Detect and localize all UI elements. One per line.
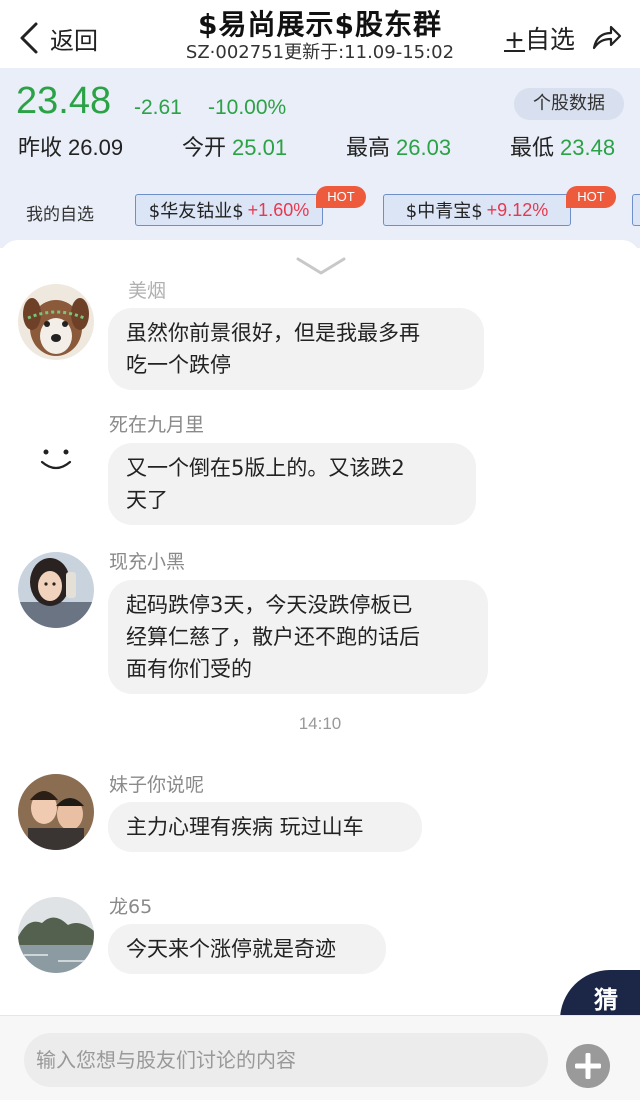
- high-stat: 最高 26.03: [346, 130, 451, 162]
- low-stat: 最低 23.48: [510, 130, 615, 162]
- username: 美烟: [128, 280, 167, 302]
- stock-data-button[interactable]: 个股数据: [514, 88, 624, 120]
- low-value: 23.48: [560, 135, 616, 160]
- prev-close-label: 昨收: [18, 136, 63, 161]
- chevron-down-icon[interactable]: [296, 256, 346, 276]
- top-nav-bar: 返回 $易尚展示$股东群 SZ·002751更新于:11.09-15:02 +自…: [0, 0, 640, 68]
- prev-close-value: 26.09: [68, 135, 124, 160]
- plus-icon: +: [504, 25, 525, 54]
- open-label: 今开: [182, 136, 227, 161]
- message-line: 天了: [126, 488, 168, 512]
- message-input-bar: 输入您想与股友们讨论的内容: [0, 1015, 640, 1100]
- price-change: -2.61: [134, 96, 182, 119]
- quote-panel: 23.48 -2.61 -10.00% 个股数据 昨收 26.09 今开 25.01…: [0, 68, 640, 248]
- smiley-avatar[interactable]: [18, 418, 94, 494]
- watchlist-chip-partial[interactable]: [632, 194, 640, 226]
- share-icon[interactable]: [590, 22, 622, 54]
- watchlist-chip-zhongqingbao[interactable]: $中青宝$ +9.12%: [383, 194, 571, 226]
- back-button[interactable]: 返回: [18, 18, 98, 58]
- username: 死在九月里: [109, 414, 205, 436]
- high-label: 最高: [346, 136, 391, 161]
- chip-stock-change: +9.12%: [486, 199, 549, 220]
- lake-avatar[interactable]: [18, 897, 94, 973]
- add-icon[interactable]: [566, 1044, 610, 1088]
- prev-close-stat: 昨收 26.09: [18, 130, 123, 162]
- username: 妹子你说呢: [109, 774, 205, 796]
- username: 龙65: [109, 896, 153, 918]
- chevron-left-icon: [20, 22, 38, 54]
- add-to-watchlist-button[interactable]: +自选: [504, 20, 575, 56]
- message-input[interactable]: 输入您想与股友们讨论的内容: [24, 1033, 548, 1087]
- message-line: 面有你们受的: [126, 657, 252, 681]
- price-change-percent: -10.00%: [208, 96, 287, 119]
- time-divider: 14:10: [298, 714, 342, 733]
- message-bubble[interactable]: 主力心理有疾病 玩过山车: [108, 802, 422, 852]
- chip-stock-change: +1.60%: [247, 199, 310, 220]
- back-label: 返回: [50, 26, 98, 55]
- open-stat: 今开 25.01: [182, 130, 287, 162]
- high-value: 26.03: [396, 135, 452, 160]
- username: 现充小黑: [109, 551, 186, 573]
- message-bubble[interactable]: 今天来个涨停就是奇迹: [108, 924, 386, 974]
- hot-badge: HOT: [316, 186, 366, 208]
- chip-stock-name: $华友钴业$: [148, 201, 244, 222]
- message-line: 起码跌停3天，今天没跌停板已: [126, 593, 413, 617]
- message-bubble[interactable]: 虽然你前景很好，但是我最多再 吃一个跌停: [108, 308, 484, 390]
- message-line: 吃一个跌停: [126, 353, 231, 377]
- page-title: $易尚展示$股东群: [198, 8, 442, 41]
- message-line: 虽然你前景很好，但是我最多再: [126, 321, 420, 345]
- dog-avatar[interactable]: [18, 284, 94, 360]
- message-bubble[interactable]: 起码跌停3天，今天没跌停板已 经算仁慈了，散户还不跑的话后 面有你们受的: [108, 580, 488, 694]
- chat-panel[interactable]: 美烟 虽然你前景很好，但是我最多再 吃一个跌停 死在九月里 又一个倒在5版上的。…: [0, 240, 640, 1015]
- guess-label: 猜: [594, 986, 618, 1014]
- open-value: 25.01: [232, 135, 288, 160]
- title-block: $易尚展示$股东群 SZ·002751更新于:11.09-15:02: [120, 8, 520, 64]
- message-line: 又一个倒在5版上的。又该跌2: [126, 456, 405, 480]
- message-bubble[interactable]: 又一个倒在5版上的。又该跌2 天了: [108, 443, 476, 525]
- low-label: 最低: [510, 136, 555, 161]
- watchlist-chip-huayou[interactable]: $华友钴业$ +1.60%: [135, 194, 323, 226]
- message-line: 经算仁慈了，散户还不跑的话后: [126, 625, 420, 649]
- message-line: 主力心理有疾病 玩过山车: [126, 815, 364, 839]
- current-price: 23.48: [16, 80, 112, 122]
- stock-code-update-time: SZ·002751更新于:11.09-15:02: [185, 42, 455, 63]
- add-watch-label: 自选: [524, 25, 575, 54]
- couple-avatar[interactable]: [18, 774, 94, 850]
- message-line: 今天来个涨停就是奇迹: [126, 937, 336, 961]
- girl-avatar[interactable]: [18, 552, 94, 628]
- hot-badge: HOT: [566, 186, 616, 208]
- watchlist-label: 我的自选: [26, 205, 94, 225]
- chip-stock-name: $中青宝$: [405, 201, 483, 222]
